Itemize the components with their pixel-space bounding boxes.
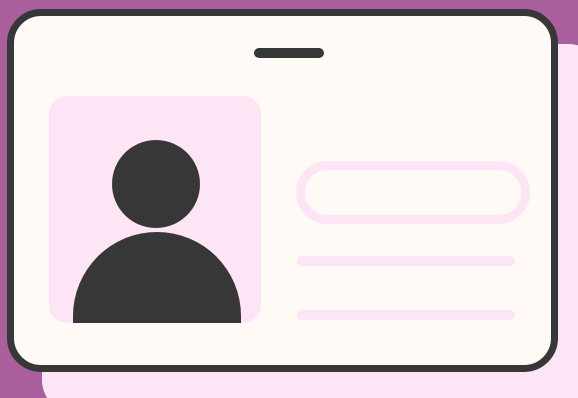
lanyard-slot [254, 48, 324, 58]
detail-line [297, 256, 515, 266]
avatar-head [112, 140, 200, 228]
avatar-body [73, 232, 241, 323]
id-card-illustration [0, 0, 578, 398]
user-avatar-icon [73, 140, 241, 323]
photo-frame [49, 96, 261, 323]
id-card-icon [7, 9, 558, 372]
detail-line [297, 310, 515, 320]
name-field-placeholder [296, 161, 530, 224]
